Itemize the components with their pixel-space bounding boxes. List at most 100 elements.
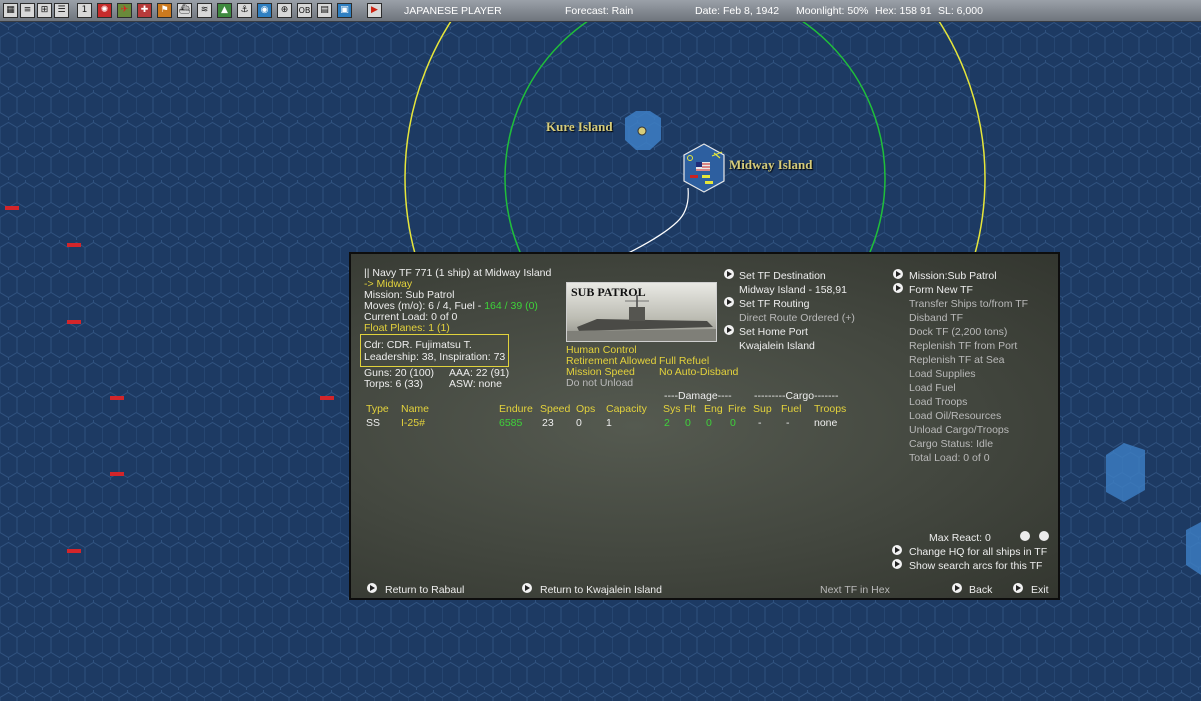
col-troops[interactable]: Troops xyxy=(814,403,846,415)
back-arrow-icon[interactable] xyxy=(952,583,962,593)
row-troops: none xyxy=(814,417,838,429)
col-flt[interactable]: Flt xyxy=(684,403,696,415)
show-search-arcs-button[interactable]: Show search arcs for this TF xyxy=(909,560,1042,572)
tf-commander[interactable]: Cdr: CDR. Fujimatsu T. xyxy=(364,339,472,351)
info-icon[interactable]: 1 xyxy=(77,3,92,18)
return-rabaul-arrow-icon[interactable] xyxy=(367,583,377,593)
max-react-max-icon[interactable] xyxy=(1039,531,1049,541)
return-rabaul-button[interactable]: Return to Rabaul xyxy=(385,584,464,596)
max-react-label: Max React: 0 xyxy=(929,532,991,544)
row-sup: - xyxy=(758,417,762,429)
load-fuel-button[interactable]: Load Fuel xyxy=(909,382,956,394)
row-fuel: - xyxy=(786,417,790,429)
destination-value: Midway Island - 158,91 xyxy=(739,284,847,296)
row-capacity: 1 xyxy=(606,417,612,429)
sub-icon[interactable]: ≋ xyxy=(197,3,212,18)
ground-units-icon[interactable]: ▲ xyxy=(217,3,232,18)
ship-marker-icon xyxy=(67,243,81,247)
row-speed: 23 xyxy=(542,417,554,429)
load-troops-button[interactable]: Load Troops xyxy=(909,396,967,408)
max-react-increase-icon[interactable] xyxy=(1020,531,1030,541)
load-oil-button[interactable]: Load Oil/Resources xyxy=(909,410,1001,422)
window-icon[interactable]: ▣ xyxy=(337,3,352,18)
list-icon[interactable]: ▤ xyxy=(317,3,332,18)
ships-icon[interactable]: ☰ xyxy=(54,3,69,18)
col-eng[interactable]: Eng xyxy=(704,403,723,415)
replenish-sea-button[interactable]: Replenish TF at Sea xyxy=(909,354,1005,366)
change-hq-button[interactable]: Change HQ for all ships in TF xyxy=(909,546,1047,558)
rising-sun-icon[interactable]: ✺ xyxy=(97,3,112,18)
submarine-image xyxy=(567,295,716,341)
row-fire: 0 xyxy=(730,417,736,429)
col-endure[interactable]: Endure xyxy=(499,403,533,415)
load-supplies-button[interactable]: Load Supplies xyxy=(909,368,976,380)
col-fire[interactable]: Fire xyxy=(728,403,746,415)
set-home-port-arrow-icon[interactable] xyxy=(724,325,734,335)
next-tf-button[interactable]: Next TF in Hex xyxy=(820,584,890,596)
date-label: Date: Feb 8, 1942 xyxy=(695,5,780,17)
form-new-tf-button[interactable]: Form New TF xyxy=(909,284,973,296)
midway-island-label: Midway Island xyxy=(729,157,813,172)
bases-icon[interactable]: ⊞ xyxy=(37,3,52,18)
globe-icon[interactable]: ◉ xyxy=(257,3,272,18)
naval-air-icon[interactable]: ✚ xyxy=(137,3,152,18)
flag-icon[interactable]: ⚑ xyxy=(157,3,172,18)
col-sys[interactable]: Sys xyxy=(663,403,681,415)
fleet-icon[interactable]: ⚓ xyxy=(237,3,252,18)
tf-fuel-value: 164 / 39 (0) xyxy=(484,300,538,312)
end-turn-icon[interactable]: ▶ xyxy=(367,3,382,18)
tf-leadership: Leadership: 38, Inspiration: 73 xyxy=(364,351,506,363)
col-sup[interactable]: Sup xyxy=(753,403,772,415)
change-hq-arrow-icon[interactable] xyxy=(892,545,902,555)
exit-button[interactable]: Exit xyxy=(1031,584,1049,596)
col-speed[interactable]: Speed xyxy=(540,403,570,415)
ob-icon[interactable]: OB xyxy=(297,3,312,18)
col-type[interactable]: Type xyxy=(366,403,389,415)
east-shallows xyxy=(1106,443,1145,502)
set-destination-button[interactable]: Set TF Destination xyxy=(739,270,826,282)
sub-patrol-photo: SUB PATROL xyxy=(566,282,717,342)
col-capacity[interactable]: Capacity xyxy=(606,403,647,415)
cargo-status: Cargo Status: Idle xyxy=(909,438,994,450)
set-home-port-button[interactable]: Set Home Port xyxy=(739,326,808,338)
hex-label: Hex: 158 91 xyxy=(875,5,932,17)
mission-button[interactable]: Mission:Sub Patrol xyxy=(909,270,997,282)
set-routing-button[interactable]: Set TF Routing xyxy=(739,298,809,310)
target-icon[interactable]: ⊕ xyxy=(277,3,292,18)
return-kwajalein-arrow-icon[interactable] xyxy=(522,583,532,593)
dock-tf-button[interactable]: Dock TF (2,200 tons) xyxy=(909,326,1007,338)
ship-marker-icon xyxy=(690,175,698,178)
ship-marker-icon xyxy=(110,472,124,476)
back-button[interactable]: Back xyxy=(969,584,992,596)
damage-group-header: ----Damage---- xyxy=(664,390,732,402)
return-kwajalein-button[interactable]: Return to Kwajalein Island xyxy=(540,584,662,596)
air-units-icon[interactable]: ✈ xyxy=(117,3,132,18)
unload-cargo-button[interactable]: Unload Cargo/Troops xyxy=(909,424,1009,436)
home-port-value: Kwajalein Island xyxy=(739,340,815,352)
col-fuel[interactable]: Fuel xyxy=(781,403,801,415)
tf-float-planes[interactable]: Float Planes: 1 (1) xyxy=(364,322,450,334)
tf-asw: ASW: none xyxy=(449,378,502,390)
exit-arrow-icon[interactable] xyxy=(1013,583,1023,593)
col-ops[interactable]: Ops xyxy=(576,403,595,415)
form-new-arrow-icon[interactable] xyxy=(893,283,903,293)
replenish-port-button[interactable]: Replenish TF from Port xyxy=(909,340,1017,352)
set-routing-arrow-icon[interactable] xyxy=(724,297,734,307)
col-name[interactable]: Name xyxy=(401,403,429,415)
show-arcs-arrow-icon[interactable] xyxy=(892,559,902,569)
transfer-ships-button[interactable]: Transfer Ships to/from TF xyxy=(909,298,1028,310)
row-name[interactable]: I-25# xyxy=(401,417,425,429)
disband-tf-button[interactable]: Disband TF xyxy=(909,312,963,324)
status-no-auto-disband[interactable]: No Auto-Disband xyxy=(659,366,738,378)
mission-arrow-icon[interactable] xyxy=(893,269,903,279)
reports-icon[interactable]: ≡ xyxy=(20,3,35,18)
player-label: JAPANESE PLAYER xyxy=(404,5,502,17)
set-destination-arrow-icon[interactable] xyxy=(724,269,734,279)
surface-ship-icon[interactable]: ⛴ xyxy=(177,3,192,18)
kure-island-label: Kure Island xyxy=(546,119,613,134)
map-view-icon[interactable]: ▦ xyxy=(3,3,18,18)
sl-label: SL: 6,000 xyxy=(938,5,983,17)
row-endure: 6585 xyxy=(499,417,523,429)
status-do-not-unload[interactable]: Do not Unload xyxy=(566,377,633,389)
row-eng: 0 xyxy=(706,417,712,429)
